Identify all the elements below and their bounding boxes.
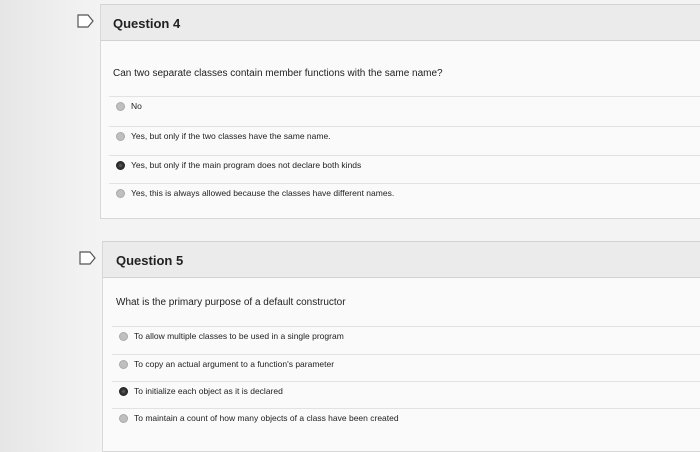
answer-option[interactable]: To copy an actual argument to a function… xyxy=(112,354,700,376)
flag-icon[interactable] xyxy=(77,14,95,28)
flag-icon[interactable] xyxy=(79,251,97,265)
radio-icon[interactable] xyxy=(116,132,125,141)
answer-label: No xyxy=(131,101,142,111)
question-header xyxy=(102,241,700,278)
answer-option[interactable]: Yes, but only if the two classes have th… xyxy=(109,126,700,148)
question-prompt: Can two separate classes contain member … xyxy=(113,68,443,79)
answer-option[interactable]: To maintain a count of how many objects … xyxy=(112,408,700,430)
answer-label: Yes, but only if the main program does n… xyxy=(131,160,362,170)
question-prompt: What is the primary purpose of a default… xyxy=(116,297,346,308)
radio-icon[interactable] xyxy=(116,189,125,198)
answer-label: To initialize each object as it is decla… xyxy=(134,386,283,396)
answer-option[interactable]: No xyxy=(109,96,700,118)
question-title: Question 4 xyxy=(113,16,181,31)
answer-option[interactable]: To allow multiple classes to be used in … xyxy=(112,326,700,348)
answer-label: To allow multiple classes to be used in … xyxy=(134,331,344,341)
left-gutter xyxy=(0,0,100,452)
answer-option[interactable]: Yes, but only if the main program does n… xyxy=(109,155,700,177)
answer-label: To maintain a count of how many objects … xyxy=(134,413,399,423)
radio-icon[interactable] xyxy=(119,414,128,423)
radio-icon[interactable] xyxy=(119,360,128,369)
radio-icon[interactable] xyxy=(116,102,125,111)
question-title: Question 5 xyxy=(116,253,184,268)
radio-icon[interactable] xyxy=(119,332,128,341)
answer-option[interactable]: Yes, this is always allowed because the … xyxy=(109,183,700,205)
radio-selected-icon[interactable] xyxy=(116,161,125,170)
answer-option[interactable]: To initialize each object as it is decla… xyxy=(112,381,700,403)
answer-label: Yes, but only if the two classes have th… xyxy=(131,131,331,141)
answer-label: To copy an actual argument to a function… xyxy=(134,359,335,369)
question-header xyxy=(100,4,700,41)
answer-label: Yes, this is always allowed because the … xyxy=(131,188,395,198)
radio-selected-icon[interactable] xyxy=(119,387,128,396)
